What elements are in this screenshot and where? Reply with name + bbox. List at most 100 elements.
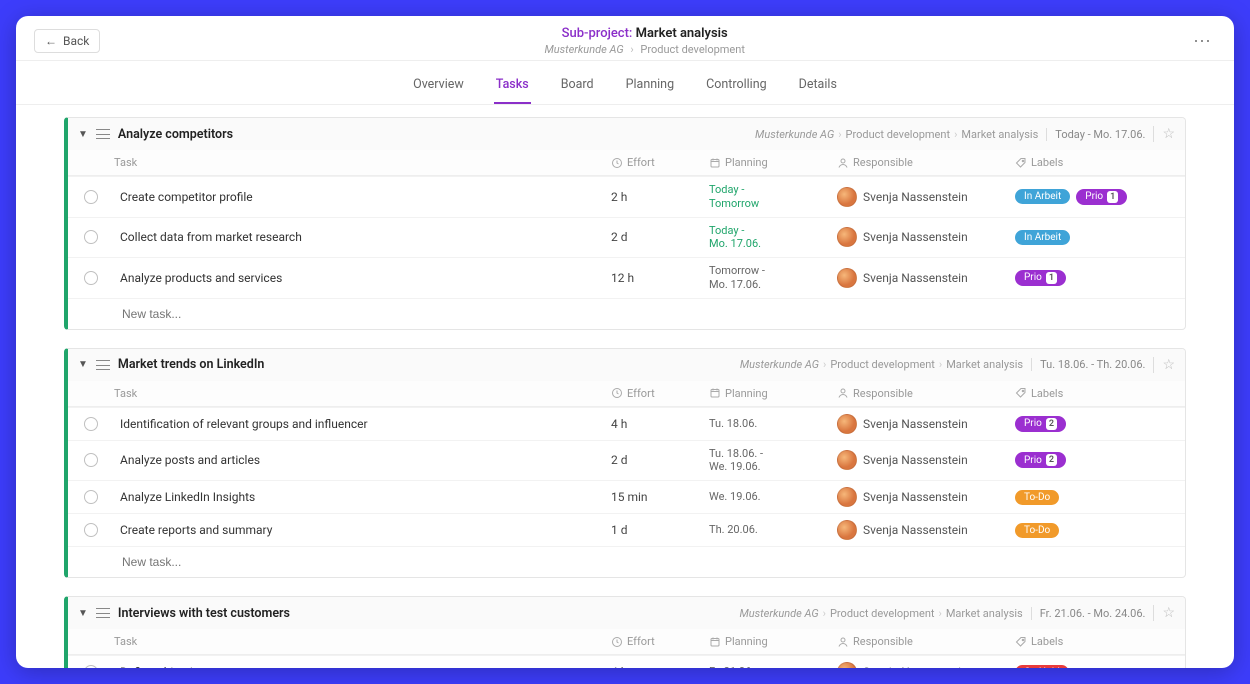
table-row[interactable]: Analyze products and services12 hTomorro… [68, 257, 1185, 298]
chevron-right-icon: › [630, 43, 633, 56]
task-label[interactable]: To-Do [1015, 490, 1059, 505]
task-labels: Prio2 [1015, 452, 1175, 468]
task-complete-checkbox[interactable] [84, 665, 98, 668]
crumb-project[interactable]: Product development [846, 128, 951, 141]
task-responsible[interactable]: Svenja Nassenstein [837, 487, 1007, 507]
task-labels: In Arbeit Prio1 [1015, 189, 1175, 205]
task-planning: Today -Mo. 17.06. [709, 224, 829, 252]
new-task-input[interactable] [122, 555, 322, 569]
favorite-star-icon[interactable]: ☆ [1153, 357, 1175, 373]
section-breadcrumb: Musterkunde AG›Product development›Marke… [755, 128, 1038, 141]
task-effort: 2 d [611, 230, 701, 244]
breadcrumb: Musterkunde AG › Product development [100, 43, 1189, 56]
avatar [837, 520, 857, 540]
task-label[interactable]: Prio2 [1015, 452, 1066, 468]
task-name[interactable]: Define objectives [120, 665, 603, 668]
table-row[interactable]: Identification of relevant groups and in… [68, 407, 1185, 440]
section-title[interactable]: Analyze competitors [118, 127, 233, 142]
col-planning: Planning [709, 387, 829, 400]
task-complete-checkbox[interactable] [84, 230, 98, 244]
new-task-input[interactable] [122, 307, 322, 321]
task-complete-checkbox[interactable] [84, 417, 98, 431]
chevron-right-icon: › [954, 128, 957, 141]
task-name[interactable]: Identification of relevant groups and in… [120, 417, 603, 431]
page-title: Sub-project: Market analysis [100, 26, 1189, 41]
favorite-star-icon[interactable]: ☆ [1153, 605, 1175, 621]
task-name[interactable]: Create competitor profile [120, 190, 603, 204]
title-name: Market analysis [636, 26, 728, 41]
collapse-toggle[interactable]: ▼ [78, 129, 88, 140]
crumb-org[interactable]: Musterkunde AG [740, 358, 819, 371]
task-complete-checkbox[interactable] [84, 453, 98, 467]
crumb-project[interactable]: Product development [830, 358, 935, 371]
task-planning: Tomorrow -Mo. 17.06. [709, 264, 829, 292]
crumb-subproject[interactable]: Market analysis [946, 607, 1023, 620]
task-responsible[interactable]: Svenja Nassenstein [837, 662, 1007, 668]
tab-tasks[interactable]: Tasks [494, 71, 531, 104]
tab-overview[interactable]: Overview [411, 71, 466, 104]
tab-board[interactable]: Board [559, 71, 596, 104]
task-label[interactable]: In Arbeit [1015, 230, 1070, 245]
task-complete-checkbox[interactable] [84, 190, 98, 204]
task-complete-checkbox[interactable] [84, 523, 98, 537]
task-label[interactable]: Prio1 [1076, 189, 1127, 205]
task-effort: 2 h [611, 190, 701, 204]
task-labels: To-Do [1015, 523, 1175, 538]
back-label: Back [63, 34, 89, 48]
responsible-name: Svenja Nassenstein [863, 665, 968, 668]
task-effort: 4 h [611, 417, 701, 431]
back-button[interactable]: ← Back [34, 29, 100, 53]
collapse-toggle[interactable]: ▼ [78, 608, 88, 619]
chevron-right-icon: › [823, 358, 826, 371]
task-responsible[interactable]: Svenja Nassenstein [837, 268, 1007, 288]
task-name[interactable]: Create reports and summary [120, 523, 603, 537]
task-responsible[interactable]: Svenja Nassenstein [837, 520, 1007, 540]
content: ▼Analyze competitorsMusterkunde AG›Produ… [16, 105, 1234, 668]
table-row[interactable]: Create competitor profile2 hToday -Tomor… [68, 176, 1185, 217]
table-row[interactable]: Define objectives4 hFr. 21.06.Svenja Nas… [68, 655, 1185, 668]
more-button[interactable]: ⋯ [1189, 31, 1216, 52]
crumb-subproject[interactable]: Market analysis [961, 128, 1038, 141]
crumb-project[interactable]: Product development [640, 43, 745, 56]
col-task: Task [84, 635, 603, 648]
task-label[interactable]: In Arbeit [1015, 189, 1070, 204]
table-row[interactable]: Collect data from market research 2 d Toda… [68, 217, 1185, 258]
task-name[interactable]: Analyze LinkedIn Insights [120, 490, 603, 504]
task-responsible[interactable]: Svenja Nassenstein [837, 414, 1007, 434]
task-responsible[interactable]: Svenja Nassenstein [837, 227, 1007, 247]
crumb-org[interactable]: Musterkunde AG [755, 128, 834, 141]
task-labels: To-Do [1015, 490, 1175, 505]
responsible-name: Svenja Nassenstein [863, 453, 968, 467]
collapse-toggle[interactable]: ▼ [78, 359, 88, 370]
task-complete-checkbox[interactable] [84, 271, 98, 285]
task-name[interactable]: Collect data from market research [120, 230, 603, 244]
crumb-subproject[interactable]: Market analysis [946, 358, 1023, 371]
task-name[interactable]: Analyze products and services [120, 271, 603, 285]
col-planning: Planning [709, 635, 829, 648]
crumb-org[interactable]: Musterkunde AG [544, 43, 623, 56]
table-row[interactable]: Analyze LinkedIn Insights15 minWe. 19.06… [68, 480, 1185, 513]
avatar [837, 227, 857, 247]
avatar [837, 487, 857, 507]
section-title[interactable]: Interviews with test customers [118, 606, 290, 621]
tab-planning[interactable]: Planning [624, 71, 677, 104]
task-responsible[interactable]: Svenja Nassenstein [837, 187, 1007, 207]
task-labels: On Hold [1015, 665, 1175, 669]
tab-controlling[interactable]: Controlling [704, 71, 769, 104]
avatar [837, 414, 857, 434]
table-row[interactable]: Analyze posts and articles2 dTu. 18.06. … [68, 440, 1185, 481]
task-complete-checkbox[interactable] [84, 490, 98, 504]
task-name[interactable]: Analyze posts and articles [120, 453, 603, 467]
crumb-org[interactable]: Musterkunde AG [739, 607, 818, 620]
task-label[interactable]: Prio2 [1015, 416, 1066, 432]
task-label[interactable]: On Hold [1015, 665, 1069, 669]
table-row[interactable]: Create reports and summary1 dTh. 20.06.S… [68, 513, 1185, 546]
tab-details[interactable]: Details [797, 71, 839, 104]
favorite-star-icon[interactable]: ☆ [1153, 126, 1175, 142]
task-label[interactable]: To-Do [1015, 523, 1059, 538]
crumb-project[interactable]: Product development [830, 607, 935, 620]
responsible-name: Svenja Nassenstein [863, 230, 968, 244]
task-label[interactable]: Prio1 [1015, 270, 1066, 286]
section-title[interactable]: Market trends on LinkedIn [118, 357, 264, 372]
task-responsible[interactable]: Svenja Nassenstein [837, 450, 1007, 470]
